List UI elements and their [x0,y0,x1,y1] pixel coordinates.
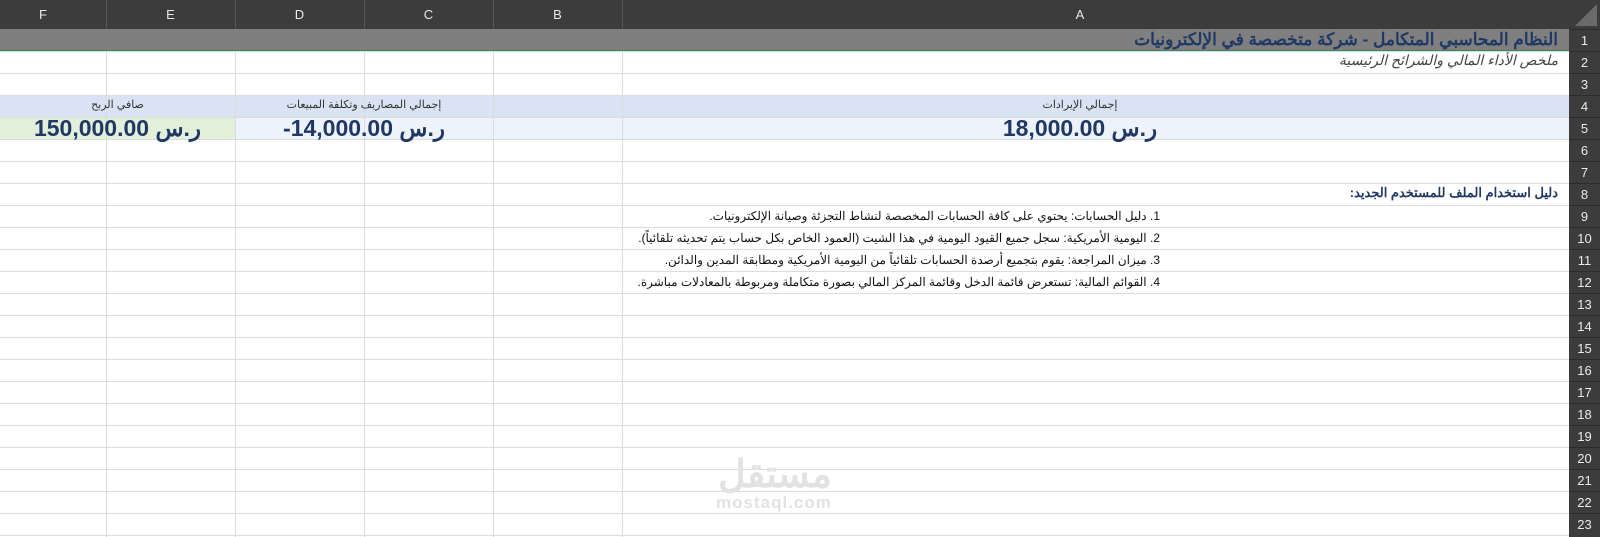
row-header[interactable]: 1 [1569,29,1600,51]
row-header[interactable]: 11 [1569,249,1600,271]
select-all-icon [1575,4,1597,26]
revenue-label[interactable]: إجمالي الإيرادات [622,98,1538,111]
guide-item[interactable]: 4. القوائم المالية: تستعرض قائمة الدخل و… [638,275,1161,289]
column-header-c[interactable]: C [364,0,493,29]
watermark: مستقل mostaql.com [716,452,832,513]
row-header[interactable]: 22 [1569,491,1600,513]
row-header[interactable]: 18 [1569,403,1600,425]
net-profit-value[interactable]: ر.س 150,000.00 [0,115,235,142]
row-header[interactable]: 14 [1569,315,1600,337]
select-all-corner[interactable] [1569,0,1600,29]
guide-item[interactable]: 2. اليومية الأمريكية: سجل جميع القيود ال… [638,231,1160,245]
column-header-b[interactable]: B [493,0,622,29]
column-header-e[interactable]: E [106,0,235,29]
row-header[interactable]: 3 [1569,73,1600,95]
row-header[interactable]: 2 [1569,51,1600,73]
row-header[interactable]: 10 [1569,227,1600,249]
net-profit-label[interactable]: صافي الربح [0,98,235,111]
sheet-title[interactable]: النظام المحاسبي المتكامل - شركة متخصصة ف… [1134,30,1558,50]
row-header[interactable]: 9 [1569,205,1600,227]
row-header[interactable]: 17 [1569,381,1600,403]
row-header[interactable]: 12 [1569,271,1600,293]
column-header-a[interactable]: A [622,0,1538,29]
column-header-bar: F E D C B A [0,0,1600,30]
row-header[interactable]: 20 [1569,447,1600,469]
row-header[interactable]: 19 [1569,425,1600,447]
revenue-value[interactable]: ر.س 18,000.00 [622,115,1538,142]
expenses-value[interactable]: ر.س 14,000.00- [235,115,493,142]
sheet-subtitle[interactable]: ملخص الأداء المالي والشرائح الرئيسية [1339,52,1558,69]
row-header[interactable]: 5 [1569,117,1600,139]
watermark-logo-text: مستقل [718,454,832,496]
row-header[interactable]: 7 [1569,161,1600,183]
watermark-url: mostaql.com [716,493,832,512]
row-header[interactable]: 23 [1569,513,1600,535]
guide-title[interactable]: دليل استخدام الملف للمستخدم الجديد: [1350,185,1558,201]
row-header[interactable]: 8 [1569,183,1600,205]
row-header-bar: 1 2 3 4 5 6 7 8 9 10 11 12 13 14 15 16 1… [1569,29,1600,537]
row-header[interactable]: 21 [1569,469,1600,491]
guide-item[interactable]: 1. دليل الحسابات: يحتوي على كافة الحسابا… [709,209,1160,223]
guide-item[interactable]: 3. ميزان المراجعة: يقوم بتجميع أرصدة الح… [665,253,1160,267]
row-header[interactable]: 16 [1569,359,1600,381]
column-header-d[interactable]: D [235,0,364,29]
expenses-label[interactable]: إجمالي المصاريف وتكلفة المبيعات [235,98,493,111]
column-header-f[interactable]: F [0,0,86,29]
row-header[interactable]: 4 [1569,95,1600,117]
row-header[interactable]: 6 [1569,139,1600,161]
row-header[interactable]: 13 [1569,293,1600,315]
row-header[interactable]: 15 [1569,337,1600,359]
